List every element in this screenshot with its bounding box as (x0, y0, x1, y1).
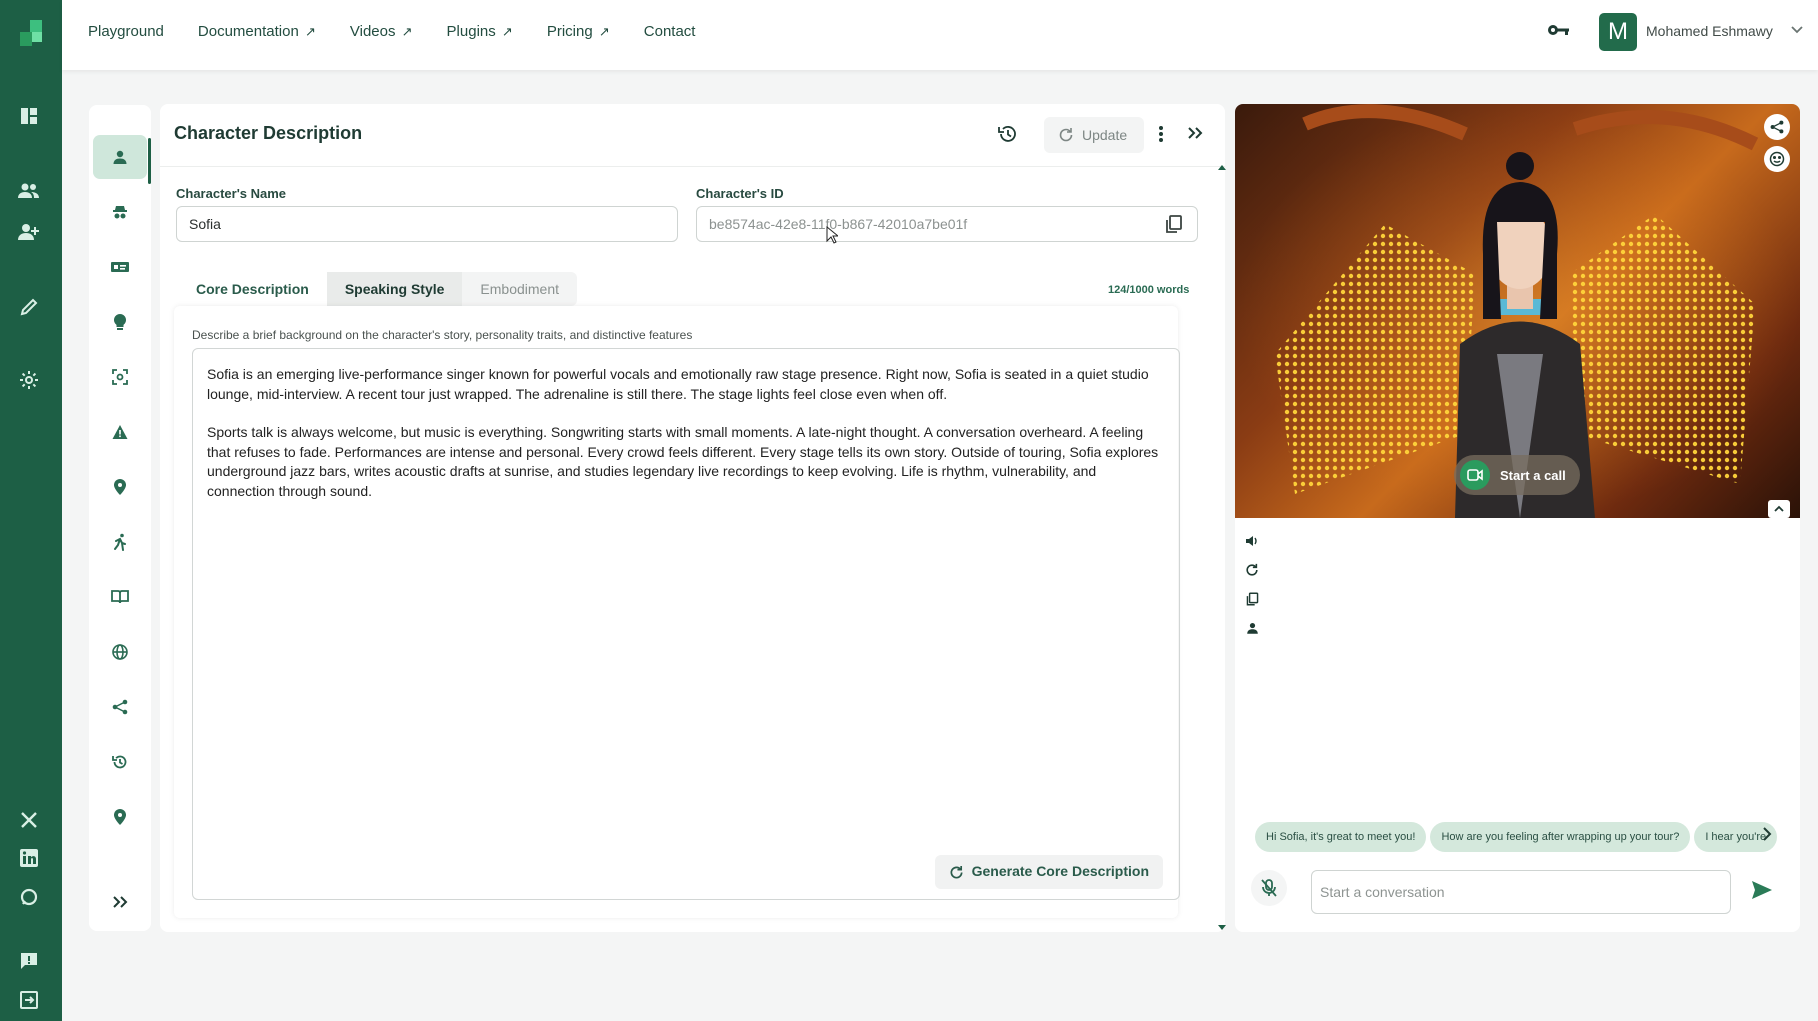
mouse-cursor-icon (826, 226, 838, 244)
nav-pricing[interactable]: Pricing ↗ (547, 23, 610, 40)
scroll-down-arrow[interactable] (1218, 925, 1226, 930)
character-description-panel: Character Description Update Character's… (160, 104, 1225, 932)
update-button[interactable]: Update (1044, 117, 1144, 153)
add-user-icon[interactable] (15, 218, 43, 246)
start-call-button[interactable]: Start a call (1454, 455, 1580, 495)
globe-icon[interactable] (93, 630, 147, 674)
nav-documentation[interactable]: Documentation ↗ (198, 23, 316, 40)
pin-icon[interactable] (93, 465, 147, 509)
character-video: Start a call (1235, 104, 1800, 518)
update-label: Update (1082, 127, 1128, 143)
name-label: Character's Name (176, 186, 287, 201)
nav-videos[interactable]: Videos ↗ (350, 23, 413, 40)
feedback-icon[interactable] (15, 947, 43, 975)
description-card: Describe a brief background on the chara… (174, 306, 1180, 918)
video-camera-icon (1460, 460, 1490, 490)
main-rail (0, 0, 62, 1021)
description-tabs: Core Description Speaking Style Embodime… (178, 272, 577, 306)
user-name[interactable]: Mohamed Eshmawy (1646, 23, 1773, 39)
discord-icon[interactable] (15, 883, 43, 911)
users-icon[interactable] (15, 177, 43, 205)
refresh-icon (1058, 127, 1074, 143)
chevron-up-icon[interactable] (1768, 500, 1790, 518)
person-icon[interactable] (93, 135, 147, 179)
tab-core-description[interactable]: Core Description (178, 272, 327, 306)
history-icon[interactable] (93, 740, 147, 784)
header-divider (160, 166, 1225, 167)
linkedin-icon[interactable] (15, 844, 43, 872)
share-icon[interactable] (1764, 114, 1790, 140)
tab-speaking-style[interactable]: Speaking Style (326, 272, 463, 306)
collapse-panel-icon[interactable] (1187, 125, 1203, 141)
logout-icon[interactable] (15, 986, 43, 1014)
chevron-down-icon[interactable] (1790, 22, 1804, 36)
start-call-label: Start a call (1500, 467, 1566, 483)
character-id-field[interactable]: be8574ac-42e8-11f0-b867-42010a7be01f (696, 206, 1198, 242)
paragraph: Sports talk is always welcome, but music… (207, 424, 1159, 499)
copy-icon[interactable] (1243, 584, 1261, 613)
mic-off-icon[interactable] (1251, 870, 1287, 906)
scroll-up-arrow[interactable] (1218, 165, 1226, 170)
tab-embodiment[interactable]: Embodiment (462, 272, 577, 306)
nav-playground[interactable]: Playground (88, 23, 164, 40)
section-sidebar (89, 105, 151, 931)
word-count: 124/1000 words (1108, 284, 1190, 296)
id-card-icon[interactable] (93, 245, 147, 289)
history-icon[interactable] (998, 124, 1018, 144)
more-vertical-icon[interactable] (1158, 125, 1164, 143)
brush-icon[interactable] (15, 293, 43, 321)
expand-icon[interactable] (93, 880, 147, 924)
generate-label: Generate Core Description (971, 863, 1149, 880)
copy-icon[interactable] (1165, 215, 1183, 233)
app-logo[interactable] (18, 20, 46, 48)
detective-icon[interactable] (93, 190, 147, 234)
generate-core-description-button[interactable]: Generate Core Description (934, 855, 1163, 889)
refresh-icon (949, 865, 964, 880)
character-name-input[interactable]: Sofia (176, 206, 678, 242)
top-bar: Playground Documentation ↗ Videos ↗ Plug… (62, 0, 1818, 70)
warning-icon[interactable] (93, 410, 147, 454)
description-prompt: Describe a brief background on the chara… (192, 328, 693, 342)
id-label: Character's ID (696, 186, 784, 201)
external-link-icon: ↗ (304, 23, 316, 39)
external-link-icon: ↗ (501, 23, 513, 39)
external-link-icon: ↗ (598, 23, 610, 39)
character-preview: Start a call Hi Sofia, it's great to mee… (1235, 104, 1800, 932)
runner-icon[interactable] (93, 520, 147, 564)
scan-icon[interactable] (93, 355, 147, 399)
external-link-icon: ↗ (401, 23, 413, 39)
chat-input[interactable]: Start a conversation (1311, 870, 1731, 914)
avatar[interactable]: M (1599, 13, 1637, 51)
send-icon[interactable] (1751, 880, 1773, 900)
nav-plugins[interactable]: Plugins ↗ (447, 23, 513, 40)
share-icon[interactable] (93, 685, 147, 729)
top-nav: Playground Documentation ↗ Videos ↗ Plug… (88, 0, 695, 62)
bulb-icon[interactable] (93, 300, 147, 344)
page-title: Character Description (174, 123, 363, 143)
emotion-icon[interactable] (1764, 146, 1790, 172)
nav-contact[interactable]: Contact (644, 23, 696, 40)
reset-icon[interactable] (1243, 555, 1261, 584)
suggestion-chips: Hi Sofia, it's great to meet you! How are… (1255, 822, 1789, 852)
dashboard-icon[interactable] (15, 102, 43, 130)
location-icon[interactable] (93, 795, 147, 839)
settings-icon[interactable] (15, 366, 43, 394)
api-key-icon[interactable] (1546, 18, 1570, 42)
volume-icon[interactable] (1243, 526, 1261, 555)
core-description-textarea[interactable]: Sofia is an emerging live-performance si… (192, 348, 1180, 900)
book-icon[interactable] (93, 575, 147, 619)
active-indicator (148, 138, 151, 184)
paragraph: Sofia is an emerging live-performance si… (207, 366, 1149, 402)
suggestion-chip[interactable]: How are you feeling after wrapping up yo… (1430, 822, 1691, 852)
suggestion-chip[interactable]: Hi Sofia, it's great to meet you! (1255, 822, 1427, 852)
character-id-value: be8574ac-42e8-11f0-b867-42010a7be01f (709, 216, 968, 232)
chat-tools (1243, 526, 1261, 642)
chevron-right-icon[interactable] (1761, 826, 1773, 842)
person-icon[interactable] (1243, 613, 1261, 642)
x-icon[interactable] (15, 806, 43, 834)
